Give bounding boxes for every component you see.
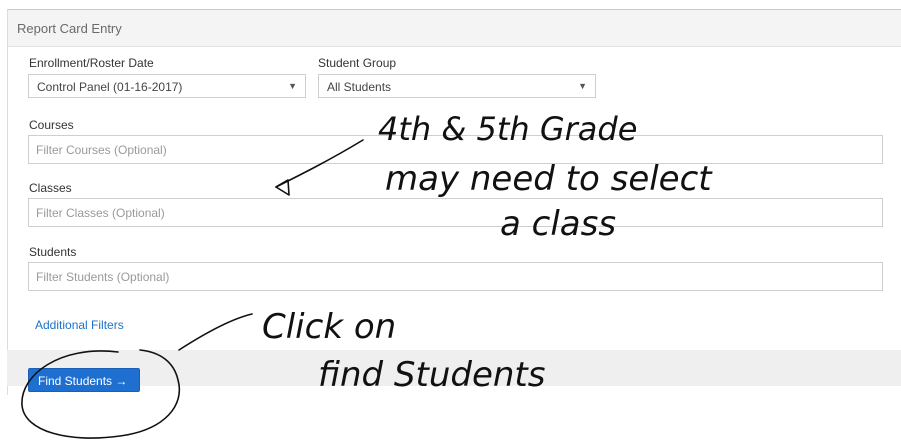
note-line-5: find Students — [318, 355, 545, 395]
arrow-annotation — [21, 139, 364, 439]
note-line-1: 4th & 5th Grade — [378, 110, 637, 148]
note-line-2: may need to select — [385, 159, 713, 199]
note-line-3: a class — [500, 204, 616, 244]
handwritten-text: 4th & 5th Grade may need to select a cla… — [262, 110, 713, 395]
handwritten-annotations: 4th & 5th Grade may need to select a cla… — [21, 110, 713, 439]
note-line-4: Click on — [262, 307, 396, 347]
